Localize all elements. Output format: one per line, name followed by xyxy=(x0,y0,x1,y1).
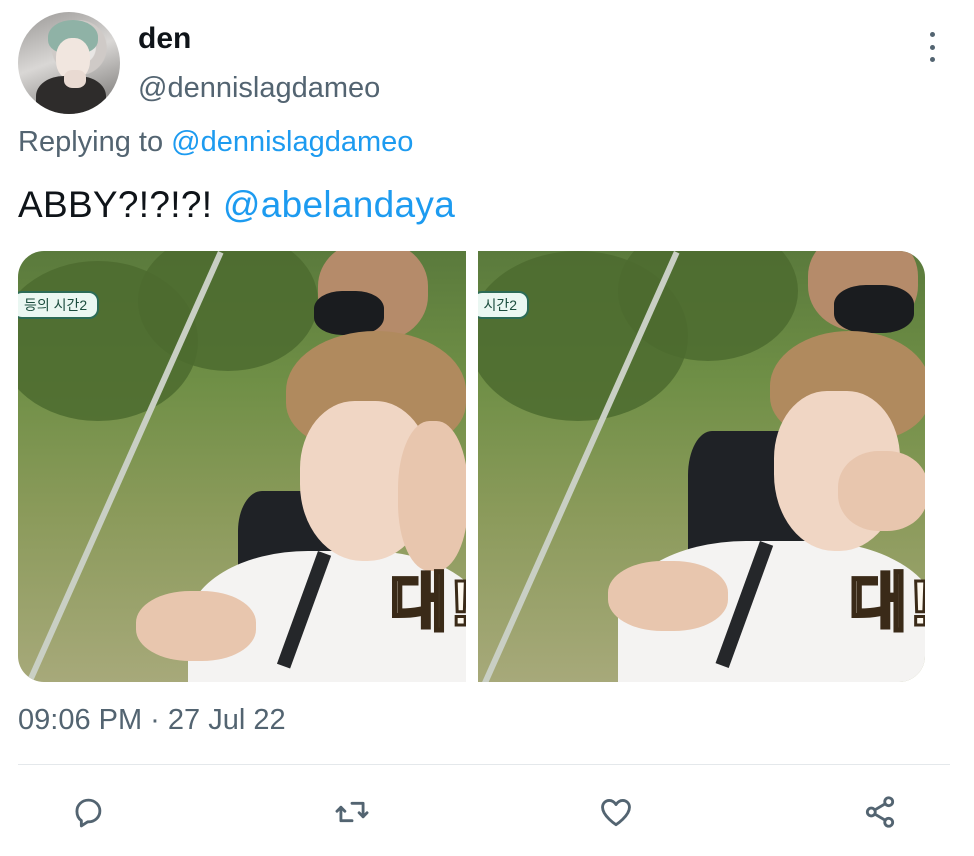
reply-button[interactable] xyxy=(66,790,110,834)
retweet-button[interactable] xyxy=(330,790,374,834)
replying-to-prefix: Replying to xyxy=(18,126,164,158)
share-icon xyxy=(865,796,895,828)
share-button[interactable] xyxy=(858,790,902,834)
photo-caption: 대! xyxy=(388,566,466,641)
tweet-mention-link[interactable]: @abelandaya xyxy=(223,184,455,225)
tweet-media: 등의 시간2 대! 시간2 대! xyxy=(18,251,925,682)
author-handle[interactable]: @dennislagdameo xyxy=(138,72,380,105)
replying-to-link[interactable]: @dennislagdameo xyxy=(171,126,413,158)
tweet-timestamp[interactable]: 09:06 PM · 27 Jul 22 xyxy=(18,704,286,737)
like-button[interactable] xyxy=(594,790,638,834)
tweet-body: ABBY?!?!?! xyxy=(18,184,213,225)
photo-caption: 대! xyxy=(847,566,925,641)
retweet-icon xyxy=(335,801,369,823)
photo-badge: 시간2 xyxy=(477,291,530,319)
photo-hand xyxy=(837,451,925,531)
comment-icon xyxy=(75,798,102,828)
heart-icon xyxy=(601,799,631,827)
tweet-text: ABBY?!?!?! @abelandaya xyxy=(18,184,455,226)
photo-mask xyxy=(314,291,384,335)
tweet-photo-right[interactable]: 시간2 대! xyxy=(477,251,925,682)
photo-hand xyxy=(136,591,256,661)
author-display-name[interactable]: den xyxy=(138,22,191,56)
more-dot xyxy=(929,57,935,62)
more-dot xyxy=(929,44,935,50)
tweet-actions xyxy=(0,790,974,834)
photo-mask xyxy=(833,285,914,333)
more-options-icon[interactable] xyxy=(920,32,944,62)
author-avatar[interactable] xyxy=(18,12,120,114)
photo-hand xyxy=(607,561,728,631)
divider xyxy=(18,764,950,765)
tweet-photo-left[interactable]: 등의 시간2 대! xyxy=(18,251,466,682)
avatar-hand xyxy=(64,70,86,88)
photo-badge: 등의 시간2 xyxy=(18,291,100,319)
photo-hand xyxy=(398,421,466,571)
replying-to: Replying to @dennislagdameo xyxy=(18,126,413,159)
more-dot xyxy=(929,32,935,37)
